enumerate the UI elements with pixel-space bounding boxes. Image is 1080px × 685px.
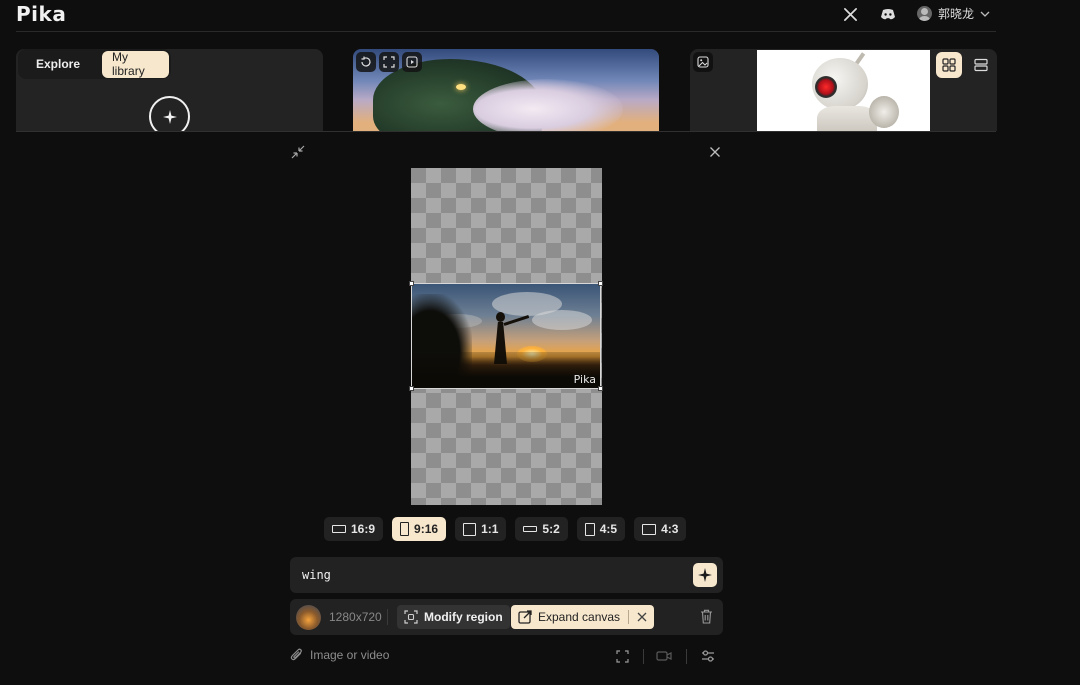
collapse-icon[interactable] — [290, 144, 306, 160]
ratio-16-9-button[interactable]: 16:9 — [324, 517, 384, 541]
library-card: Explore My library — [16, 49, 323, 131]
source-thumbnail[interactable] — [296, 605, 321, 630]
wide-icon — [523, 526, 538, 532]
external-expand-icon — [518, 610, 532, 624]
source-image[interactable]: Pika — [411, 283, 601, 389]
header-divider — [16, 31, 996, 32]
sparkle-icon — [698, 568, 712, 582]
settings-sliders-icon[interactable] — [700, 648, 716, 664]
dragon-eye — [456, 84, 466, 90]
robot-arm — [869, 96, 899, 128]
prompt-bar — [290, 557, 723, 593]
tab-explore[interactable]: Explore — [20, 51, 98, 78]
generate-button[interactable] — [693, 563, 717, 587]
chip-divider — [628, 610, 630, 624]
image-icon[interactable] — [693, 52, 713, 72]
divider — [387, 609, 388, 625]
pika-logo[interactable]: Pika — [16, 2, 66, 26]
avatar — [917, 6, 932, 21]
reprompt-icon[interactable] — [356, 52, 376, 72]
top-bar: Pika 郭晓龙 — [0, 0, 1080, 30]
ratio-4-5-button[interactable]: 4:5 — [576, 517, 626, 541]
expand-canvas-label: Expand canvas — [538, 610, 621, 624]
library-tabs: Explore My library — [18, 49, 171, 79]
discord-icon[interactable] — [880, 6, 896, 22]
landscape-icon — [642, 523, 657, 535]
user-name: 郭晓龙 — [938, 7, 975, 21]
modify-region-button[interactable]: Modify region — [397, 605, 510, 629]
chevron-down-icon — [980, 11, 990, 17]
cloud — [532, 310, 592, 330]
ratio-label: 1:1 — [481, 522, 499, 536]
aspect-ratio-selector: 16:9 9:16 1:1 5:2 4:5 4:3 — [324, 517, 687, 541]
card-actions — [356, 52, 422, 72]
user-menu[interactable]: 郭晓龙 — [917, 5, 990, 22]
close-icon[interactable] — [707, 144, 723, 160]
bottom-toolbar: Image or video — [290, 647, 723, 665]
view-toggles — [936, 52, 994, 78]
list-view-icon[interactable] — [968, 52, 994, 78]
region-select-icon — [404, 610, 418, 624]
attach-media-button[interactable]: Image or video — [290, 647, 389, 662]
video-camera-icon[interactable] — [656, 648, 672, 664]
x-icon[interactable] — [842, 6, 858, 22]
trash-icon[interactable] — [698, 608, 715, 625]
pika-watermark: Pika — [573, 373, 596, 386]
attach-label: Image or video — [310, 647, 390, 662]
resolution-label: 1280x720 — [329, 610, 382, 624]
ratio-9-16-button[interactable]: 9:16 — [392, 517, 447, 541]
close-icon[interactable] — [637, 612, 647, 622]
ratio-1-1-button[interactable]: 1:1 — [455, 517, 507, 541]
ratio-4-3-button[interactable]: 4:3 — [634, 517, 687, 541]
sparkle-icon — [162, 109, 177, 124]
ratio-label: 5:2 — [542, 522, 560, 536]
square-icon — [463, 522, 477, 536]
divider — [643, 649, 644, 664]
ratio-label: 4:5 — [599, 522, 618, 536]
image-card-robot[interactable] — [690, 49, 997, 131]
landscape-icon — [332, 525, 346, 533]
resize-handle-bottom-left[interactable] — [409, 386, 414, 391]
expand-canvas-button[interactable]: Expand canvas — [511, 605, 655, 629]
video-card-dragon[interactable] — [353, 49, 659, 131]
grid-view-icon[interactable] — [936, 52, 962, 78]
paperclip-icon — [290, 648, 302, 661]
ratio-label: 4:3 — [661, 522, 679, 536]
portrait-icon — [400, 522, 410, 536]
ratio-label: 9:16 — [414, 522, 439, 536]
tab-my-library[interactable]: My library — [102, 50, 169, 78]
robot-body — [817, 106, 877, 131]
strip-divider — [16, 131, 996, 132]
options-bar: 1280x720 Modify region Expand canvas — [290, 599, 723, 635]
robot-thumbnail — [757, 50, 930, 131]
prompt-input[interactable] — [302, 565, 682, 585]
play-icon[interactable] — [402, 52, 422, 72]
resize-handle-top-left[interactable] — [409, 281, 414, 286]
modify-region-label: Modify region — [424, 610, 503, 624]
create-new-button[interactable] — [149, 96, 190, 131]
resize-handle-top-right[interactable] — [598, 281, 603, 286]
ratio-label: 16:9 — [351, 522, 376, 536]
dragon-mane — [473, 79, 623, 131]
robot-eye — [815, 76, 837, 98]
resize-handle-bottom-right[interactable] — [598, 386, 603, 391]
ratio-5-2-button[interactable]: 5:2 — [515, 517, 568, 541]
portrait-icon — [584, 522, 595, 536]
fullscreen-icon[interactable] — [614, 648, 630, 664]
divider — [686, 649, 687, 664]
expand-icon[interactable] — [379, 52, 399, 72]
